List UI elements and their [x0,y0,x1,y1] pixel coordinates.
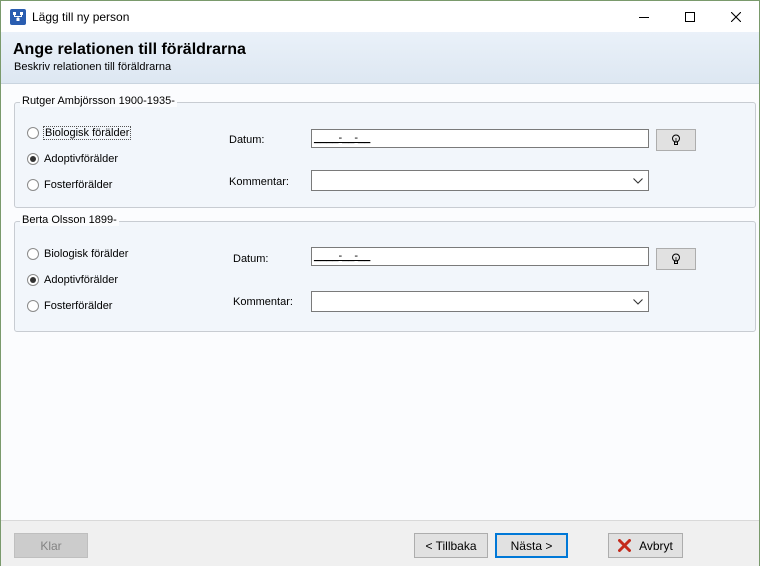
cancel-label: Avbryt [639,538,673,553]
chevron-down-icon [633,178,643,184]
date-input[interactable]: ____-__-__ [311,129,649,148]
radio-label: Fosterförälder [44,300,113,312]
date-value: ____-__-__ [314,132,371,144]
radio-label: Adoptivförälder [44,274,118,286]
comment-dropdown[interactable] [311,170,649,191]
wizard-header: Ange relationen till föräldrarna Beskriv… [1,32,759,84]
cancel-button[interactable]: Avbryt [608,533,683,558]
date-value: ____-__-__ [314,250,371,262]
radio-button[interactable] [27,300,39,312]
radio-label: Fosterförälder [44,179,113,191]
parent-group-1: Rutger Ambjörsson 1900-1935- Biologisk f… [14,95,756,208]
minimize-button[interactable] [621,1,667,32]
family-tree-app-icon [10,9,26,25]
lightbulb-icon [672,134,680,145]
next-button[interactable]: Nästa > [495,533,568,558]
maximize-icon [685,11,695,22]
radio-button[interactable] [27,153,39,165]
date-hint-button[interactable] [656,248,696,270]
parent-name: Berta Olsson 1899- [20,214,119,226]
close-icon [731,11,741,22]
dialog-window: Lägg till ny person Ange relationen till… [0,0,760,566]
radio-button[interactable] [27,274,39,286]
finish-button[interactable]: Klar [14,533,88,558]
comment-dropdown[interactable] [311,291,649,312]
radio-adoptive[interactable]: Adoptivförälder [27,272,118,288]
maximize-button[interactable] [667,1,713,32]
cancel-x-icon [618,539,632,552]
wizard-footer: Klar < Tillbaka Nästa > Avbryt [1,520,759,566]
date-input[interactable]: ____-__-__ [311,247,649,266]
window-title: Lägg till ny person [32,10,130,24]
page-title: Ange relationen till föräldrarna [13,41,246,58]
close-button[interactable] [713,1,759,32]
radio-button[interactable] [27,248,39,260]
radio-button[interactable] [27,127,39,139]
date-hint-button[interactable] [656,129,696,151]
parent-group-2: Berta Olsson 1899- Biologisk förälder Ad… [14,214,756,332]
radio-label: Biologisk förälder [42,126,132,140]
title-bar[interactable]: Lägg till ny person [1,1,759,32]
radio-biological[interactable]: Biologisk förälder [27,246,128,262]
parent-name: Rutger Ambjörsson 1900-1935- [20,95,177,107]
date-label: Datum: [229,134,265,146]
page-subtitle: Beskriv relationen till föräldrarna [14,61,172,73]
radio-adoptive[interactable]: Adoptivförälder [27,151,118,167]
radio-label: Adoptivförälder [44,153,118,165]
minimize-icon [639,16,649,18]
radio-label: Biologisk förälder [44,248,129,260]
chevron-down-icon [633,299,643,305]
radio-foster[interactable]: Fosterförälder [27,177,112,193]
comment-label: Kommentar: [233,296,293,308]
radio-foster[interactable]: Fosterförälder [27,298,112,314]
lightbulb-icon [672,253,680,264]
back-button[interactable]: < Tillbaka [414,533,488,558]
comment-label: Kommentar: [229,176,289,188]
radio-biological[interactable]: Biologisk förälder [27,125,132,141]
date-label: Datum: [233,253,269,265]
radio-button[interactable] [27,179,39,191]
wizard-content: Rutger Ambjörsson 1900-1935- Biologisk f… [1,84,759,520]
